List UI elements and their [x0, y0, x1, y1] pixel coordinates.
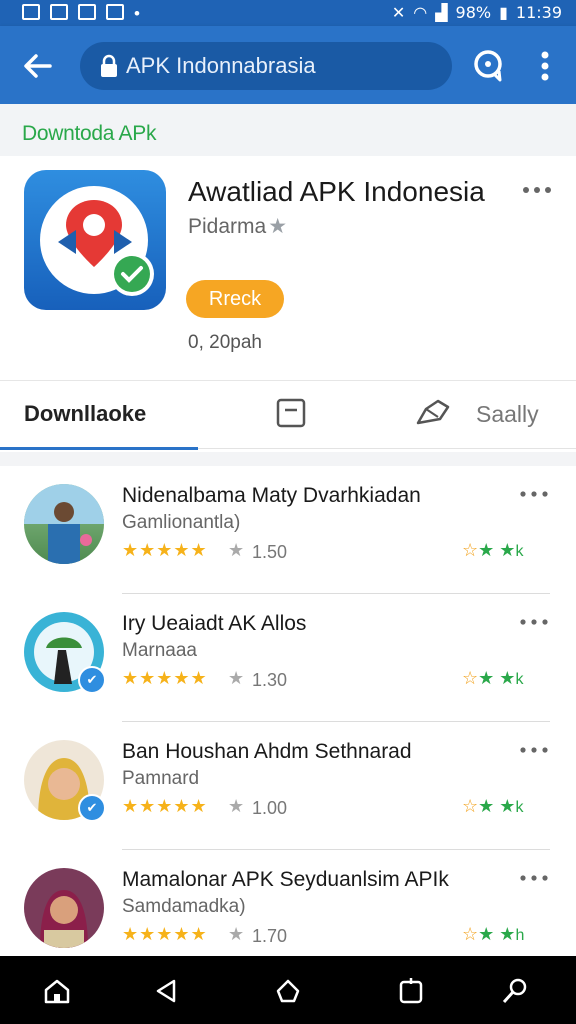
verified-badge-icon: ✔ [78, 666, 106, 694]
green-star-icon: ★ [478, 668, 495, 688]
orange-star-icon: ☆ [462, 540, 479, 560]
home-icon[interactable] [42, 976, 72, 1006]
notification-mail-icon [78, 4, 96, 20]
green-star-icon: ★ [478, 796, 495, 816]
tab-share-icon[interactable] [414, 397, 454, 429]
green-star-icon: ★ [499, 540, 516, 560]
list-item[interactable]: Nidenalbama Maty Dvarhkiadan Gamlionantl… [0, 466, 576, 594]
section-header: Downtoda APk [0, 104, 576, 156]
rating-count: 1.00 [252, 798, 288, 818]
app-size: 0, 20pah [188, 332, 262, 353]
notification-play-icon [106, 4, 124, 20]
notification-icons: • [22, 4, 140, 24]
tab-downloads[interactable]: Downllaoke [24, 401, 146, 427]
grey-star-icon: ★ [228, 540, 245, 560]
app-icon[interactable] [24, 170, 166, 310]
orange-star-icon: ☆ [462, 796, 479, 816]
app-logo-icon [40, 186, 154, 296]
item-subtitle: Marnaaa [122, 640, 197, 661]
grey-star-icon: ★ [228, 668, 245, 688]
recents-icon[interactable] [396, 976, 426, 1006]
browser-toolbar: APK Indonnabrasia [0, 26, 576, 104]
tab-bar: Downllaoke Saally [0, 380, 576, 453]
grey-star-icon: ★ [228, 924, 245, 944]
item-more-icon[interactable] [518, 484, 550, 504]
green-star-icon: ★ [478, 540, 495, 560]
signal-icon: ▟ [435, 3, 448, 22]
app-developer: Pidarma ★ [188, 214, 287, 239]
wifi-icon: ◠ [413, 3, 428, 22]
install-button[interactable]: Rreck [186, 280, 284, 318]
home-circle-icon[interactable] [273, 976, 303, 1006]
rating-count: 1.30 [252, 670, 288, 690]
list-item[interactable]: ✔ Iry Ueaiadt AK Allos Marnaaa ★★★★★ ★ 1… [0, 594, 576, 722]
chat-bubble-icon[interactable] [468, 46, 508, 86]
notification-image-icon [22, 4, 40, 20]
rating-count: 1.50 [252, 542, 288, 562]
tab-sally[interactable]: Saally [476, 401, 539, 428]
back-arrow-icon[interactable] [20, 48, 56, 84]
rating-tag: k [515, 799, 524, 816]
green-star-icon: ★ [478, 924, 495, 944]
item-subtitle: Gamlionantla) [122, 512, 241, 533]
battery-percent: 98% [455, 3, 492, 22]
item-rating-tag: ☆★ ★k [462, 540, 523, 561]
rating-stars: ★★★★★ [122, 796, 208, 816]
notification-more-icon: • [134, 4, 140, 23]
green-star-icon: ★ [499, 924, 516, 944]
mute-icon: ✕ [391, 3, 406, 22]
tab-square-icon[interactable] [276, 398, 306, 428]
system-status: ✕ ◠ ▟ 98% ▮ 11:39 [392, 3, 562, 22]
grey-star-icon: ★ [228, 796, 245, 816]
battery-icon: ▮ [499, 3, 508, 22]
clock: 11:39 [515, 3, 562, 22]
item-title: Ban Houshan Ahdm Sethnarad [122, 740, 412, 763]
item-subtitle: Samdamadka) [122, 896, 246, 917]
list-item[interactable]: ✔ Ban Houshan Ahdm Sethnarad Pamnard ★★★… [0, 722, 576, 850]
rating-tag: k [515, 671, 524, 688]
orange-star-icon: ☆ [462, 668, 479, 688]
tab-divider [198, 448, 576, 449]
list-separator [0, 452, 576, 466]
item-more-icon[interactable] [518, 612, 550, 632]
person-avatar-icon [40, 890, 88, 948]
item-rating-tag: ☆★ ★k [462, 668, 523, 689]
developer-star-icon: ★ [268, 215, 288, 238]
item-title: Iry Ueaiadt AK Allos [122, 612, 307, 635]
orange-star-icon: ☆ [462, 924, 479, 944]
search-icon[interactable] [500, 976, 530, 1006]
status-bar: • ✕ ◠ ▟ 98% ▮ 11:39 [0, 0, 576, 26]
rating-stars: ★★★★★ [122, 668, 208, 688]
rating-tag: h [515, 927, 525, 944]
overflow-menu-icon[interactable] [530, 46, 560, 86]
item-more-icon[interactable] [518, 868, 550, 888]
green-star-icon: ★ [499, 668, 516, 688]
rating-stars: ★★★★★ [122, 540, 208, 560]
item-title: Mamalonar APK Seyduanlsim APIk [122, 868, 449, 891]
avatar [24, 868, 104, 948]
section-title: Downtoda APk [22, 122, 157, 145]
avatar [24, 484, 104, 564]
item-more-icon[interactable] [518, 740, 550, 760]
system-nav-bar [0, 956, 576, 1024]
url-text: APK Indonnabrasia [126, 53, 316, 78]
rating-stars: ★★★★★ [122, 924, 208, 944]
address-bar[interactable]: APK Indonnabrasia [80, 42, 452, 90]
item-title: Nidenalbama Maty Dvarhkiadan [122, 484, 421, 507]
back-icon[interactable] [152, 976, 182, 1006]
active-tab-indicator [0, 447, 198, 450]
rating-tag: k [515, 543, 524, 560]
green-star-icon: ★ [499, 796, 516, 816]
person-avatar-icon [24, 484, 104, 564]
notification-gallery-icon [50, 4, 68, 20]
item-subtitle: Pamnard [122, 768, 200, 789]
item-rating-tag: ☆★ ★h [462, 924, 524, 945]
rating-count: 1.70 [252, 926, 288, 946]
item-rating-tag: ☆★ ★k [462, 796, 523, 817]
app-title: Awatliad APK Indonesia [188, 176, 485, 207]
app-more-options-icon[interactable] [520, 178, 554, 202]
verified-badge-icon: ✔ [78, 794, 106, 822]
developer-name: Pidarma [188, 214, 267, 238]
lock-icon [101, 54, 117, 77]
